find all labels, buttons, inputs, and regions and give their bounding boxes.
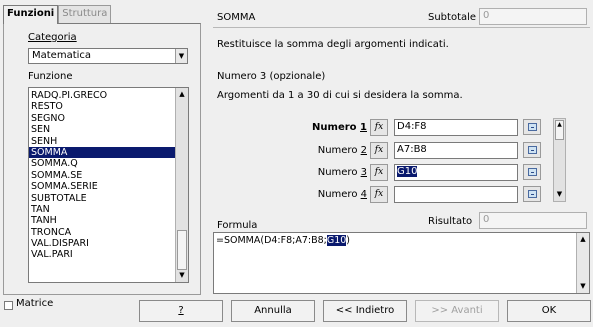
formula-scrollbar[interactable]: ▲ ▼ bbox=[576, 233, 589, 293]
argument-title: Numero 3 (opzionale) bbox=[217, 71, 326, 82]
list-item[interactable]: SUBTOTALE bbox=[29, 193, 175, 204]
list-item[interactable]: TANH bbox=[29, 215, 175, 226]
category-value: Matematica bbox=[32, 50, 92, 61]
argument-input[interactable]: G10 bbox=[394, 164, 518, 181]
shrink-button[interactable] bbox=[523, 142, 541, 158]
formula-text: =SOMMA(D4:F8;A7:B8; bbox=[216, 235, 327, 246]
next-button[interactable]: >> Avanti bbox=[415, 300, 499, 322]
list-item[interactable]: RADQ.PI.GRECO bbox=[29, 90, 175, 101]
shrink-button[interactable] bbox=[523, 186, 541, 202]
cancel-button[interactable]: Annulla bbox=[231, 300, 315, 322]
argument-input[interactable]: D4:F8 bbox=[394, 119, 518, 136]
list-item[interactable]: SEGNO bbox=[29, 113, 175, 124]
fx-icon[interactable]: fx bbox=[370, 186, 388, 203]
argument-label: Numero 2 bbox=[317, 145, 367, 156]
formula-editor[interactable]: =SOMMA(D4:F8;A7:B8;G10) ▲ ▼ bbox=[213, 232, 590, 294]
function-description: Restituisce la somma degli argomenti ind… bbox=[217, 39, 449, 50]
matrix-label: Matrice bbox=[16, 298, 54, 309]
list-item[interactable]: RESTO bbox=[29, 101, 175, 112]
fx-icon[interactable]: fx bbox=[370, 119, 388, 136]
result-field: 0 bbox=[479, 212, 587, 229]
category-select[interactable]: Matematica ▼ bbox=[28, 48, 188, 64]
argument-label: Numero 3 bbox=[317, 167, 367, 178]
function-list-scrollbar[interactable]: ▲ ▼ bbox=[175, 88, 188, 282]
function-name: SOMMA bbox=[217, 12, 256, 23]
function-list[interactable]: RADQ.PI.GRECO RESTO SEGNO SEN SENH SOMMA SOMMA… bbox=[28, 87, 189, 283]
argument-input[interactable] bbox=[394, 186, 518, 203]
back-button[interactable]: << Indietro bbox=[323, 300, 407, 322]
subtotal-field: 0 bbox=[479, 8, 587, 25]
shrink-button[interactable] bbox=[523, 164, 541, 180]
shrink-icon bbox=[528, 123, 537, 131]
list-item[interactable]: TAN bbox=[29, 204, 175, 215]
list-item[interactable]: SENH bbox=[29, 136, 175, 147]
scroll-down-icon[interactable]: ▼ bbox=[177, 270, 187, 281]
argument-input[interactable]: A7:B8 bbox=[394, 142, 518, 159]
list-item[interactable]: SOMMA.SERIE bbox=[29, 181, 175, 192]
tab-functions[interactable]: Funzioni bbox=[3, 5, 59, 24]
scroll-up-icon[interactable]: ▲ bbox=[177, 89, 187, 100]
list-item[interactable]: VAL.DISPARI bbox=[29, 238, 175, 249]
argument-label: Numero 1 bbox=[312, 122, 367, 133]
list-item[interactable]: SOMMA.SE bbox=[29, 170, 175, 181]
subtotal-label: Subtotale bbox=[428, 12, 477, 23]
fx-icon[interactable]: fx bbox=[370, 164, 388, 181]
list-item[interactable]: SEN bbox=[29, 124, 175, 135]
tab-structure[interactable]: Struttura bbox=[58, 5, 112, 24]
ok-button[interactable]: OK bbox=[507, 300, 591, 322]
argument-label: Numero 4 bbox=[317, 189, 367, 200]
shrink-icon bbox=[528, 168, 537, 176]
scroll-thumb[interactable] bbox=[177, 230, 187, 270]
list-item[interactable]: SOMMA bbox=[29, 146, 175, 159]
help-button[interactable]: ? bbox=[139, 300, 223, 322]
formula-label: Formula bbox=[217, 220, 258, 231]
formula-selection: G10 bbox=[326, 235, 347, 246]
scroll-up-icon[interactable]: ▲ bbox=[555, 120, 564, 140]
function-list-label: Funzione bbox=[28, 71, 73, 82]
scroll-down-icon[interactable]: ▼ bbox=[555, 189, 564, 200]
category-label: Categoria bbox=[28, 32, 77, 43]
arguments-scrollbar[interactable]: ▲ ▼ bbox=[553, 118, 566, 202]
argument-description: Argomenti da 1 a 30 di cui si desidera l… bbox=[217, 90, 463, 101]
list-item[interactable]: VAL.PARI bbox=[29, 249, 175, 260]
tab-bar: Funzioni Struttura bbox=[3, 5, 112, 24]
argument-value: G10 bbox=[397, 166, 418, 177]
divider bbox=[213, 27, 590, 28]
argument-value: D4:F8 bbox=[397, 121, 427, 132]
matrix-checkbox[interactable] bbox=[4, 301, 13, 310]
chevron-down-icon[interactable]: ▼ bbox=[175, 49, 187, 63]
shrink-button[interactable] bbox=[523, 119, 541, 135]
formula-text-end: ) bbox=[346, 235, 351, 246]
shrink-icon bbox=[528, 190, 537, 198]
list-item[interactable]: TRONCA bbox=[29, 227, 175, 238]
list-item[interactable]: SOMMA.Q bbox=[29, 158, 175, 169]
fx-icon[interactable]: fx bbox=[370, 142, 388, 159]
shrink-icon bbox=[528, 146, 537, 154]
result-label: Risultato bbox=[428, 216, 473, 227]
scroll-down-icon[interactable]: ▼ bbox=[578, 281, 588, 292]
argument-value: A7:B8 bbox=[397, 144, 427, 155]
scroll-up-icon[interactable]: ▲ bbox=[578, 234, 588, 245]
